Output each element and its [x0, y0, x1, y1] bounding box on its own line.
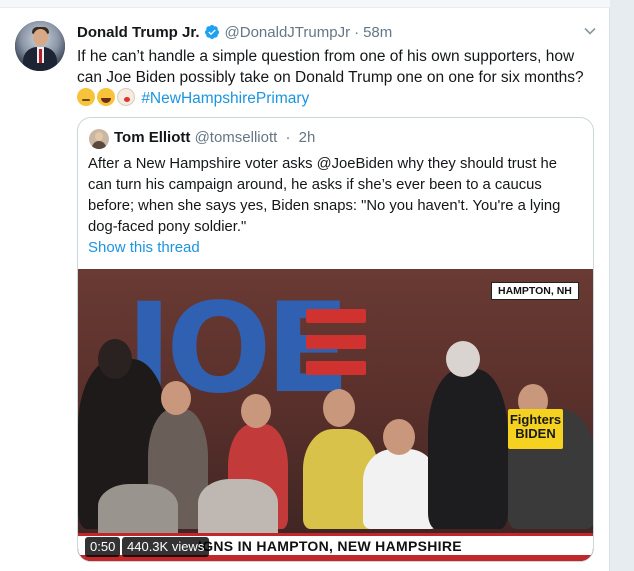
tweet-text: If he can’t handle a simple question fro… — [77, 46, 597, 109]
author-name[interactable]: Donald Trump Jr. — [77, 24, 200, 41]
tweet-body: If he can’t handle a simple question fro… — [77, 48, 584, 86]
quoted-tweet[interactable]: Tom Elliott @tomselliott · 2h After a Ne… — [77, 117, 594, 562]
quoted-tweet-text: After a New Hampshire voter asks @JoeBid… — [88, 156, 561, 235]
verified-badge-icon — [204, 25, 219, 39]
hashtag-link[interactable]: #NewHampshirePrimary — [141, 90, 309, 107]
tweet-timestamp[interactable]: 58m — [363, 24, 392, 41]
author-avatar[interactable] — [15, 21, 65, 71]
chevron-down-icon[interactable] — [583, 24, 597, 38]
tweet-header: Donald Trump Jr. @DonaldJTrumpJr · 58m — [77, 22, 392, 42]
clown-face-icon — [117, 88, 135, 106]
location-tag: HAMPTON, NH — [491, 282, 579, 300]
stage-flag-stripes — [306, 309, 366, 379]
thinking-face-icon — [77, 88, 95, 106]
timeline-divider — [0, 0, 610, 8]
quoted-tweet-header: Tom Elliott @tomselliott · 2h — [114, 129, 315, 146]
quoted-tweet-timestamp[interactable]: 2h — [299, 129, 316, 146]
video-view-count: 440.3K views — [122, 537, 210, 557]
tweet-card: Donald Trump Jr. @DonaldJTrumpJr · 58m I… — [0, 0, 610, 571]
video-elapsed-time: 0:50 — [85, 537, 121, 557]
quoted-author-handle[interactable]: @tomselliott — [195, 129, 278, 146]
video-player[interactable]: JOE Fighters BIDEN HAMPTON, NH IGNS IN H… — [78, 269, 593, 561]
quoted-author-name[interactable]: Tom Elliott — [114, 129, 190, 146]
author-handle[interactable]: @DonaldJTrumpJr — [225, 24, 351, 41]
lower-third-text: IGNS IN HAMPTON, NEW HAMPSHIRE — [198, 538, 462, 554]
rolling-laughing-face-icon — [97, 88, 115, 106]
quoted-header-separator: · — [285, 129, 291, 146]
header-separator: · — [354, 23, 360, 41]
show-thread-link[interactable]: Show this thread — [88, 239, 200, 256]
campaign-sign: Fighters BIDEN — [508, 409, 563, 449]
quoted-author-avatar[interactable] — [89, 129, 109, 149]
